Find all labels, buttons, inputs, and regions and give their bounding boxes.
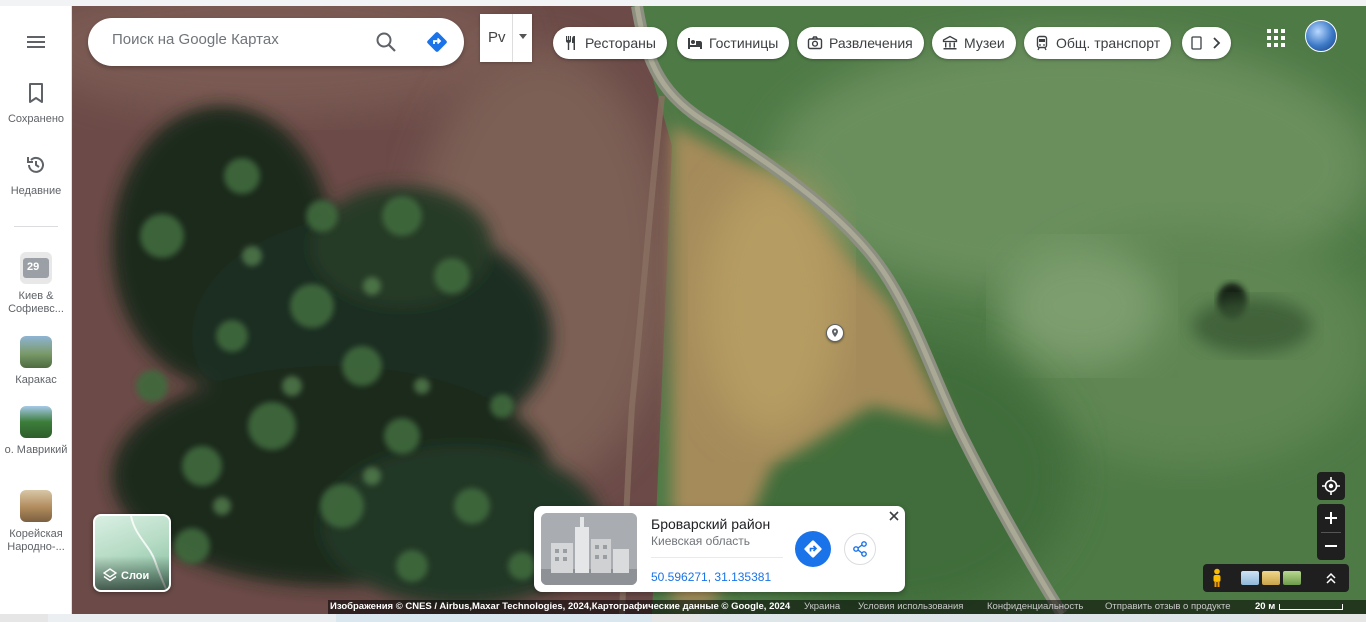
chevron-down-icon[interactable] [512, 14, 532, 62]
chip-transit[interactable]: Общ. транспорт [1024, 27, 1172, 59]
my-location-icon [1322, 477, 1340, 495]
directions-button[interactable] [795, 531, 831, 567]
recent-thumb [20, 490, 52, 522]
browser-top-strip [0, 0, 1366, 6]
layers-icon [103, 568, 117, 582]
traffic-layer-thumb[interactable] [1262, 571, 1280, 585]
menu-button[interactable] [0, 30, 72, 57]
zoom-controls [1317, 504, 1345, 560]
search-icon[interactable] [374, 30, 398, 54]
chip-label: Развлечения [829, 35, 913, 51]
country-link[interactable]: Украина [804, 600, 840, 614]
recent-item-caracas[interactable]: Каракас [0, 336, 72, 387]
scale-bar [1279, 604, 1343, 610]
recent-item-label: о. Маврикий [4, 444, 68, 456]
transit-icon [1036, 35, 1048, 51]
os-taskbar [0, 614, 1366, 622]
terms-link[interactable]: Условия использования [858, 600, 963, 614]
search-box [88, 18, 464, 66]
expand-up-icon[interactable] [1323, 570, 1339, 586]
close-icon[interactable] [887, 509, 901, 523]
imagery-attribution: Изображения © CNES / Airbus,Maxar Techno… [330, 601, 791, 612]
my-location-button[interactable] [1317, 472, 1345, 500]
map-bottom-tools [1203, 564, 1349, 592]
directions-icon[interactable] [425, 30, 449, 54]
place-coordinates-link[interactable]: 50.596271, 31.135381 [651, 570, 771, 584]
chip-label: Музеи [964, 35, 1005, 51]
recent-thumb: 29 [20, 252, 52, 284]
directions-icon [804, 540, 822, 558]
recent-item-label: Корейская Народно-... [7, 528, 65, 553]
chip-label: Рестораны [585, 35, 656, 51]
recent-thumb [20, 406, 52, 438]
left-rail: Сохранено Недавние 29 Киев & Софиевс... … [0, 6, 72, 614]
chevron-right-icon [1213, 37, 1221, 49]
layers-button[interactable]: Слои [93, 514, 171, 592]
map-footer: Изображения © CNES / Airbus,Maxar Techno… [328, 600, 1366, 614]
google-apps-icon[interactable] [1264, 26, 1288, 50]
saved-button[interactable]: Сохранено [0, 82, 72, 125]
privacy-link[interactable]: Конфиденциальность [987, 600, 1083, 614]
zoom-in-button[interactable] [1317, 504, 1345, 532]
recent-item-label: Каракас [15, 374, 57, 386]
chip-label: Общ. транспорт [1056, 35, 1161, 51]
recent-thumb [20, 336, 52, 368]
feedback-link[interactable]: Отправить отзыв о продукте [1105, 600, 1231, 614]
recent-item-mauritius[interactable]: о. Маврикий [0, 406, 72, 457]
rail-divider [14, 226, 58, 227]
chip-museums[interactable]: Музеи [932, 27, 1016, 59]
chip-scroll-next[interactable] [1182, 27, 1231, 59]
terrain-layer-thumb[interactable] [1241, 571, 1259, 585]
recent-item-label: Киев & Софиевс... [8, 290, 64, 315]
map-pin-icon[interactable] [826, 324, 844, 342]
museum-icon [942, 35, 958, 50]
taskbar-segment [700, 614, 1260, 622]
chip-hotels[interactable]: Гостиницы [677, 27, 790, 59]
card-divider [651, 557, 783, 558]
place-photo-illustration [541, 513, 637, 585]
bookmark-icon [29, 83, 43, 103]
scale-label[interactable]: 20 м [1255, 600, 1275, 614]
zoom-out-button[interactable] [1317, 532, 1345, 560]
layers-label: Слои [121, 570, 150, 582]
taskbar-segment [336, 614, 652, 622]
restaurant-icon [566, 36, 575, 50]
recent-button[interactable]: Недавние [0, 154, 72, 197]
input-language-selector[interactable]: Рv [480, 14, 532, 62]
share-icon [853, 541, 867, 557]
saved-label: Сохранено [7, 113, 65, 125]
recent-label: Недавние [10, 185, 62, 197]
search-input[interactable] [112, 31, 372, 48]
account-avatar[interactable] [1305, 20, 1337, 52]
minus-icon [1325, 545, 1337, 547]
chip-restaurants[interactable]: Рестораны [553, 27, 667, 59]
taskbar-segment [48, 614, 336, 622]
recent-item-kyiv[interactable]: 29 Киев & Софиевс... [0, 252, 72, 316]
place-card: Броварский район Киевская область 50.596… [534, 506, 905, 592]
pegman-icon[interactable] [1209, 568, 1225, 588]
input-language-label: Рv [488, 29, 506, 46]
share-button[interactable] [844, 533, 876, 565]
menu-icon [27, 36, 45, 48]
chip-entertainment[interactable]: Развлечения [797, 27, 924, 59]
recent-count-badge: 29 [27, 261, 40, 273]
biking-layer-thumb[interactable] [1283, 571, 1301, 585]
place-subtitle: Киевская область [651, 534, 751, 548]
hotel-icon [688, 38, 702, 49]
camera-icon [807, 36, 823, 50]
chip-label: Гостиницы [709, 35, 779, 51]
history-icon [27, 156, 44, 173]
place-title: Броварский район [651, 516, 771, 532]
plus-icon [1325, 512, 1337, 524]
place-photo[interactable] [541, 513, 637, 585]
chip-partial-icon [1191, 36, 1202, 50]
recent-item-korea[interactable]: Корейская Народно-... [0, 490, 72, 554]
